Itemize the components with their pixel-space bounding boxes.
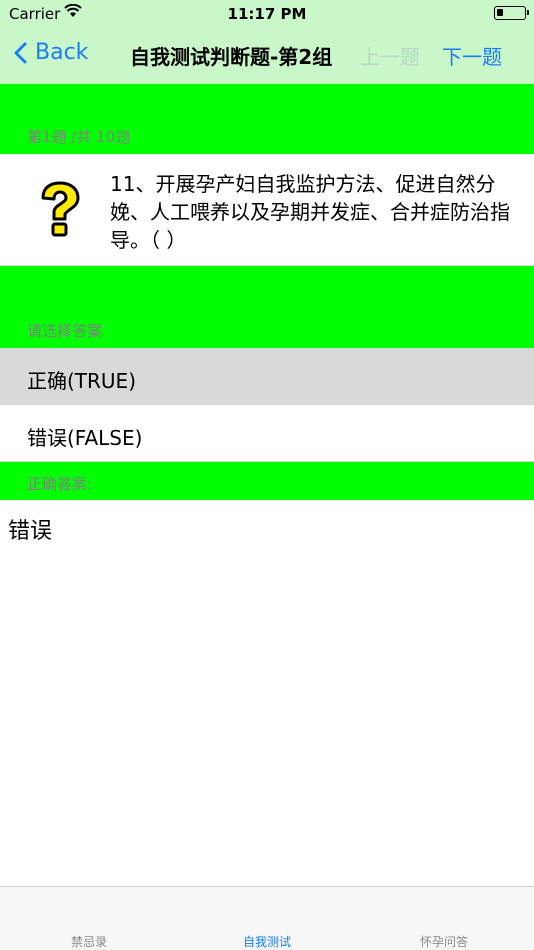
tab-taboo-list[interactable]: 禁忌录 xyxy=(29,933,149,950)
chevron-left-icon xyxy=(14,42,27,63)
page-title: 自我测试判断题-第2组 xyxy=(130,45,333,69)
answer-prompt: 请选择答案 xyxy=(27,322,103,340)
tab-self-test[interactable]: 自我测试 xyxy=(207,933,327,950)
correct-answer-label: 正确答案: xyxy=(27,475,93,493)
correct-answer-value: 错误 xyxy=(8,519,53,544)
back-label: Back xyxy=(35,40,89,65)
clock: 11:17 PM xyxy=(227,5,307,23)
navigation-bar: Back 自我测试判断题-第2组 上一题 下一题 xyxy=(0,26,534,84)
back-button[interactable]: Back xyxy=(14,40,88,65)
question-text: 11、开展孕产妇自我监护方法、促进自然分娩、人工喂养以及孕期并发症、合并症防治指… xyxy=(110,172,510,252)
tab-pregnancy-qa[interactable]: 怀孕问答 xyxy=(384,933,504,950)
answer-option-label: 错误(FALSE) xyxy=(27,426,143,450)
question-progress: 第1题 /共 10题 xyxy=(27,128,131,146)
question-mark-icon xyxy=(33,180,87,242)
previous-question-button[interactable]: 上一题 xyxy=(360,41,420,70)
correct-answer-section-header: 正确答案: xyxy=(0,462,534,500)
next-question-button[interactable]: 下一题 xyxy=(442,41,502,70)
question-section-header: 第1题 /共 10题 xyxy=(0,84,534,154)
answer-option-label: 正确(TRUE) xyxy=(27,369,136,393)
question-card: 11、开展孕产妇自我监护方法、促进自然分娩、人工喂养以及孕期并发症、合并症防治指… xyxy=(0,154,534,266)
battery-icon xyxy=(494,6,529,20)
tab-bar: 禁忌录 自我测试 怀孕问答 xyxy=(0,886,534,950)
answer-section-header: 请选择答案 xyxy=(0,266,534,348)
answer-option-true[interactable]: 正确(TRUE) xyxy=(0,348,534,405)
status-bar: Carrier 11:17 PM xyxy=(0,0,534,26)
answer-option-false[interactable]: 错误(FALSE) xyxy=(0,405,534,462)
